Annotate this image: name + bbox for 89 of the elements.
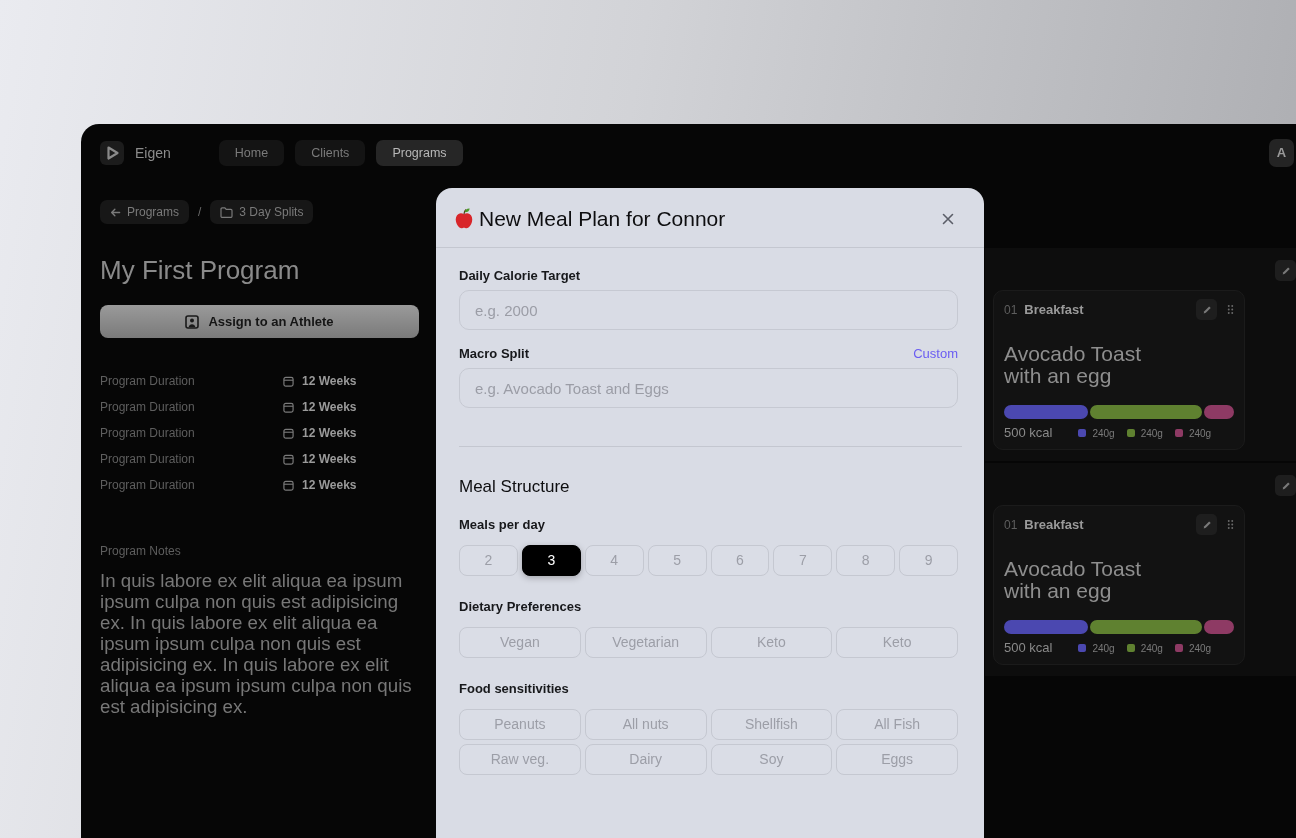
meal-number: 01	[1004, 301, 1018, 319]
detail-value: 12 Weeks	[302, 477, 357, 494]
macro-amount: 240g	[1092, 641, 1115, 656]
nav-tab[interactable]: Clients	[295, 140, 366, 166]
calorie-total: 500 kcal	[1004, 639, 1053, 658]
detail-value: 12 Weeks	[302, 451, 357, 468]
close-icon	[942, 212, 954, 225]
group-label: Food sensitivities	[459, 681, 570, 697]
group-label: Meals per day	[459, 517, 546, 533]
dish-name: Avocado Toast with an egg	[1004, 343, 1142, 387]
option-chip[interactable]: All Fish	[836, 709, 958, 740]
option-chip[interactable]: Keto	[836, 627, 958, 658]
edit-button[interactable]	[1275, 260, 1296, 281]
avatar[interactable]: A	[1269, 139, 1294, 167]
macro-bar-segment	[1204, 620, 1234, 634]
calendar-icon	[283, 427, 294, 439]
meal-name: Breakfast	[1024, 515, 1084, 534]
option-chip[interactable]: Peanuts	[459, 709, 581, 740]
program-title: My First Program	[100, 254, 301, 286]
edit-button[interactable]	[1196, 514, 1217, 535]
macro-amount: 240g	[1092, 426, 1115, 441]
edit-button[interactable]	[1275, 475, 1296, 496]
option-chip[interactable]: Vegetarian	[584, 627, 707, 658]
detail-label: Program Duration	[100, 451, 196, 468]
group-label: Dietary Preferences	[459, 599, 583, 615]
detail-label: Program Duration	[100, 399, 196, 416]
user-square-icon	[185, 314, 200, 329]
assign-athlete-button[interactable]: Assign to an Athlete	[100, 305, 419, 338]
option-chip[interactable]: Eggs	[836, 744, 958, 775]
option-chip[interactable]: Shellfish	[710, 709, 833, 740]
macro-amount: 240g	[1140, 641, 1163, 656]
option-chip[interactable]: Raw veg.	[459, 744, 581, 775]
macro-amount: 240g	[1140, 426, 1163, 441]
count-option[interactable]: 6	[710, 545, 770, 576]
grip-dots-icon[interactable]	[1227, 304, 1234, 315]
meal-number: 01	[1004, 516, 1018, 534]
count-option[interactable]: 4	[584, 545, 644, 576]
detail-label: Program Duration	[100, 477, 196, 494]
macro-bar-segment	[1204, 405, 1234, 419]
calendar-icon	[283, 375, 294, 387]
option-chip[interactable]: Keto	[710, 627, 833, 658]
dialog-title: New Meal Plan for Connor	[479, 205, 726, 232]
breadcrumb-separator: /	[198, 204, 202, 221]
grip-dots-icon[interactable]	[1227, 519, 1234, 530]
notes-text: In quis labore ex elit aliqua ea ipsum ipsum culpa non quis est adipisicing ex. In quis labore ex elit aliqua ea ipsum ipsum culpa non quis est adipisicing ex. In quis labore ex elit aliqua ea ipsum ipsum culpa non quis est adipisicing ex.	[100, 570, 413, 717]
brand-name: Eigen	[135, 143, 171, 163]
detail-value: 12 Weeks	[302, 425, 357, 442]
calendar-icon	[283, 401, 294, 413]
text-input[interactable]: e.g. Avocado Toast and Eggs	[459, 368, 958, 408]
apple-icon	[455, 208, 473, 229]
pencil-icon	[1280, 480, 1291, 491]
count-option[interactable]: 9	[899, 545, 958, 576]
breadcrumb-link[interactable]: Programs	[100, 200, 189, 224]
count-option[interactable]: 8	[836, 545, 896, 576]
field-label: Daily Calorie Target	[459, 268, 581, 284]
nav-tab[interactable]: Home	[218, 140, 285, 166]
count-option[interactable]: 7	[773, 545, 833, 576]
option-chip[interactable]: Vegan	[459, 627, 581, 658]
calendar-icon	[283, 453, 294, 465]
count-option[interactable]: 2	[459, 545, 518, 576]
notes-label: Program Notes	[100, 543, 182, 559]
count-option[interactable]: 5	[647, 545, 707, 576]
macro-amount: 240g	[1188, 426, 1212, 441]
calendar-icon	[283, 479, 294, 491]
folder-icon	[220, 206, 234, 218]
edit-button[interactable]	[1196, 299, 1217, 320]
pencil-icon	[1201, 304, 1212, 315]
text-input[interactable]: e.g. 2000	[459, 290, 958, 330]
option-chip[interactable]: Dairy	[584, 744, 707, 775]
breadcrumb-link[interactable]: 3 Day Splits	[210, 200, 314, 224]
section-title: Meal Structure	[459, 477, 571, 497]
calorie-total: 500 kcal	[1004, 424, 1053, 443]
pencil-icon	[1280, 265, 1291, 276]
play-logo-icon	[100, 141, 124, 165]
field-label: Macro Split	[459, 346, 530, 362]
custom-link[interactable]: Custom	[913, 346, 958, 362]
pencil-icon	[1201, 519, 1212, 530]
option-chip[interactable]: All nuts	[584, 709, 707, 740]
detail-value: 12 Weeks	[302, 399, 357, 416]
macro-amount: 240g	[1188, 641, 1212, 656]
detail-label: Program Duration	[100, 425, 196, 442]
meal-name: Breakfast	[1024, 300, 1084, 319]
detail-label: Program Duration	[100, 373, 196, 390]
arrow-left-icon	[110, 206, 121, 218]
option-chip[interactable]: Soy	[710, 744, 833, 775]
count-option[interactable]: 3	[521, 545, 581, 576]
dish-name: Avocado Toast with an egg	[1004, 558, 1142, 602]
nav-tab[interactable]: Programs	[376, 140, 463, 166]
detail-value: 12 Weeks	[302, 373, 357, 390]
